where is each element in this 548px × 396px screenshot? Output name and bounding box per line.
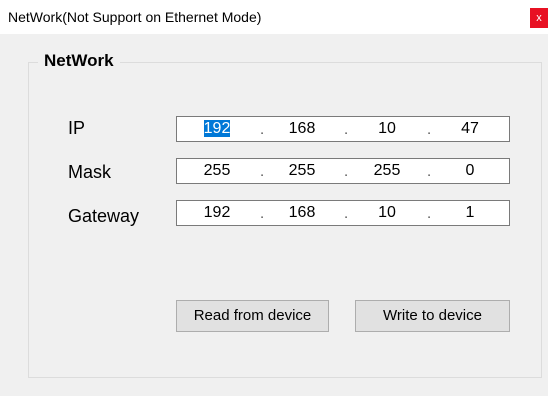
- gateway-dot-1: .: [260, 205, 265, 222]
- mask-octet-4[interactable]: 0: [450, 162, 490, 180]
- ip-octet-3[interactable]: 10: [367, 120, 407, 138]
- gateway-octet-3[interactable]: 10: [367, 204, 407, 222]
- mask-dot-3: .: [427, 163, 432, 180]
- gateway-label: Gateway: [68, 206, 140, 226]
- write-to-device-button[interactable]: Write to device: [355, 300, 510, 332]
- close-button[interactable]: x: [530, 8, 548, 28]
- mask-octet-2[interactable]: 255: [282, 162, 322, 180]
- ip-dot-2: .: [344, 121, 349, 138]
- group-title: NetWork: [38, 51, 120, 71]
- mask-label: Mask: [68, 162, 112, 182]
- window-title: NetWork(Not Support on Ethernet Mode): [8, 9, 262, 25]
- mask-octet-1[interactable]: 255: [197, 162, 237, 180]
- ip-octet-4[interactable]: 47: [450, 120, 490, 138]
- ip-label: IP: [68, 118, 86, 138]
- read-from-device-button[interactable]: Read from device: [176, 300, 329, 332]
- mask-address-field[interactable]: 255 . 255 . 255 . 0: [176, 158, 510, 184]
- mask-dot-2: .: [344, 163, 349, 180]
- ip-dot-1: .: [260, 121, 265, 138]
- network-dialog: NetWork(Not Support on Ethernet Mode) x …: [0, 0, 548, 396]
- gateway-dot-2: .: [344, 205, 349, 222]
- gateway-dot-3: .: [427, 205, 432, 222]
- ip-octet-1[interactable]: 192: [197, 120, 237, 138]
- ip-address-field[interactable]: 192 . 168 . 10 . 47: [176, 116, 510, 142]
- ip-dot-3: .: [427, 121, 432, 138]
- gateway-octet-1[interactable]: 192: [197, 204, 237, 222]
- mask-dot-1: .: [260, 163, 265, 180]
- gateway-octet-2[interactable]: 168: [282, 204, 322, 222]
- gateway-octet-4[interactable]: 1: [450, 204, 490, 222]
- ip-octet-2[interactable]: 168: [282, 120, 322, 138]
- gateway-address-field[interactable]: 192 . 168 . 10 . 1: [176, 200, 510, 226]
- close-icon: x: [536, 12, 542, 24]
- title-bar: NetWork(Not Support on Ethernet Mode) x: [0, 0, 548, 34]
- mask-octet-3[interactable]: 255: [367, 162, 407, 180]
